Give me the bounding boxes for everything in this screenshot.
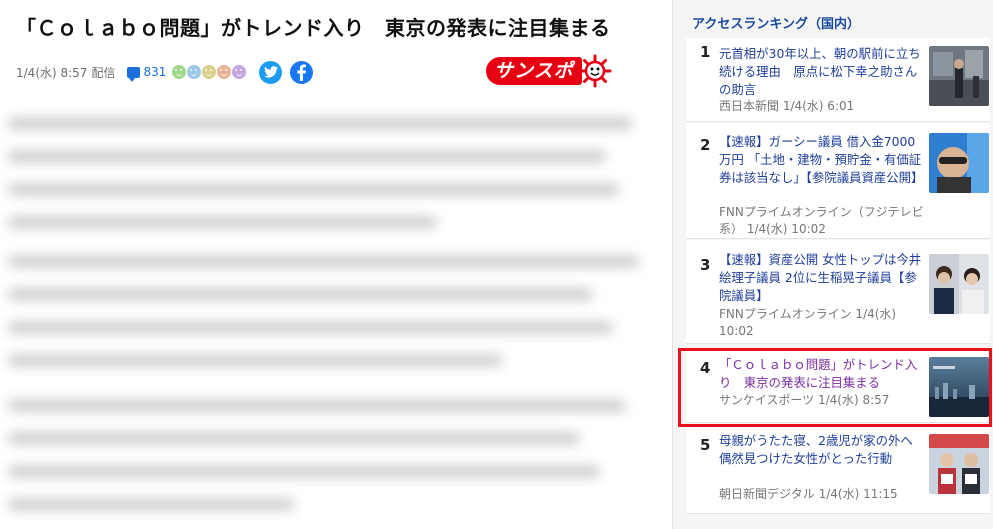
reaction-face-icon[interactable] (232, 65, 247, 79)
ranking-headline[interactable]: 「Ｃｏｌａｂｏ問題」がトレンド入り 東京の発表に注目集まる (719, 356, 927, 392)
ranking-number: 5 (700, 436, 711, 454)
twitter-icon (263, 66, 278, 78)
sanspo-logo-text: サンスポ (486, 57, 582, 85)
article-delivered-label: 配信 (91, 65, 116, 80)
blurred-line (8, 256, 639, 267)
article-main: 「Ｃｏｌａｂｏ問題」がトレンド入り 東京の発表に注目集まる 1/4(水) 8:5… (0, 0, 672, 529)
ranking-heading: アクセスランキング（国内） (692, 17, 860, 32)
ranking-thumbnail[interactable] (929, 434, 989, 494)
ranking-source: FNNプライムオンライン 1/4(水) 10:02 (719, 307, 897, 338)
ranking-number: 3 (700, 256, 711, 274)
blurred-line (8, 151, 606, 162)
ranking-item-3[interactable]: 3 【速報】資産公開 女性トップは今井絵理子議員 2位に生稲晃子議員【参院議員】… (686, 240, 990, 344)
blurred-line (8, 499, 294, 510)
ranking-headline[interactable]: 【速報】資産公開 女性トップは今井絵理子議員 2位に生稲晃子議員【参院議員】 (719, 251, 927, 305)
ranking-number: 2 (700, 136, 711, 154)
comment-bubble-icon[interactable] (127, 66, 141, 82)
article-title: 「Ｃｏｌａｂｏ問題」がトレンド入り 東京の発表に注目集まる (16, 16, 611, 40)
sanspo-logo[interactable]: サンスポ (486, 54, 612, 88)
blurred-line (8, 289, 593, 300)
reaction-face-icon[interactable] (202, 65, 217, 79)
facebook-share-button[interactable] (290, 60, 314, 84)
ranking-number: 4 (700, 359, 711, 377)
article-body-blurred (8, 256, 658, 388)
twitter-share-button[interactable] (259, 60, 283, 84)
blurred-line (8, 118, 632, 129)
ranking-source: FNNプライムオンライン（フジテレビ系） 1/4(水) 10:02 (719, 205, 924, 236)
ranking-source: 西日本新聞 1/4(水) 6:01 (719, 99, 855, 113)
ranking-source: 朝日新聞デジタル 1/4(水) 11:15 (719, 487, 898, 501)
ranking-headline[interactable]: 元首相が30年以上、朝の駅前に立ち続ける理由 原点に松下幸之助さんの助言 (719, 45, 927, 99)
ranking-thumbnail[interactable] (929, 133, 989, 193)
reaction-face-icon[interactable] (172, 65, 187, 79)
blurred-line (8, 184, 619, 195)
comment-count[interactable]: 831 (143, 65, 166, 79)
sun-logo-icon (578, 54, 612, 88)
ranking-thumbnail[interactable] (929, 254, 989, 314)
reaction-face-icon[interactable] (187, 65, 202, 79)
reaction-face-icon[interactable] (217, 65, 232, 79)
facebook-icon (297, 63, 307, 81)
blurred-line (8, 400, 626, 411)
blurred-line (8, 217, 437, 228)
article-body-blurred (8, 118, 658, 250)
article-meta: 1/4(水) 8:57 配信 831 (16, 60, 321, 84)
article-date: 1/4(水) 8:57 (16, 65, 88, 80)
ranking-item-1[interactable]: 1 元首相が30年以上、朝の駅前に立ち続ける理由 原点に松下幸之助さんの助言 西… (686, 38, 990, 122)
article-body-blurred (8, 400, 658, 529)
ranking-thumbnail[interactable] (929, 46, 989, 106)
ranking-headline[interactable]: 母親がうたた寝、2歳児が家の外へ 偶然見つけた女性がとった行動 (719, 432, 927, 468)
ranking-item-5[interactable]: 5 母親がうたた寝、2歳児が家の外へ 偶然見つけた女性がとった行動 朝日新聞デジ… (686, 428, 990, 514)
ranking-item-4[interactable]: 4 「Ｃｏｌａｂｏ問題」がトレンド入り 東京の発表に注目集まる サンケイスポーツ… (686, 351, 990, 423)
ranking-headline[interactable]: 【速報】ガーシー議員 借入金7000万円 「土地・建物・預貯金・有価証券は該当な… (719, 133, 927, 187)
access-ranking-sidebar: アクセスランキング（国内） 1 元首相が30年以上、朝の駅前に立ち続ける理由 原… (672, 0, 993, 529)
ranking-source: サンケイスポーツ 1/4(水) 8:57 (719, 393, 890, 407)
reaction-faces[interactable] (172, 65, 247, 79)
blurred-line (8, 466, 600, 477)
blurred-line (8, 433, 580, 444)
blurred-line (8, 355, 502, 366)
ranking-number: 1 (700, 43, 711, 61)
ranking-item-2[interactable]: 2 【速報】ガーシー議員 借入金7000万円 「土地・建物・預貯金・有価証券は該… (686, 123, 990, 239)
blurred-line (8, 322, 613, 333)
ranking-thumbnail[interactable] (929, 357, 989, 417)
